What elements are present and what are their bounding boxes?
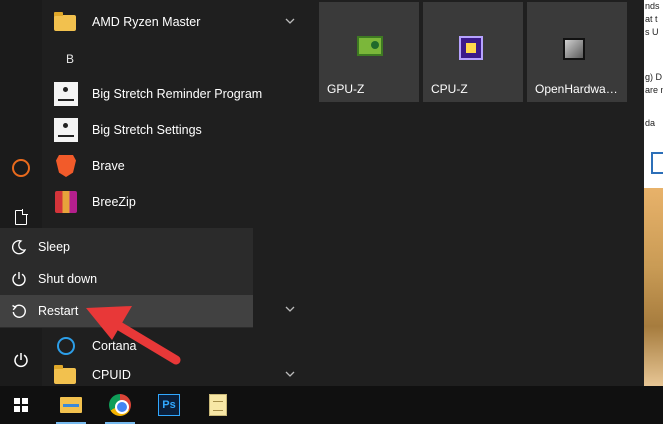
taskbar-file-explorer[interactable] <box>48 386 94 424</box>
folder-icon <box>54 363 78 387</box>
moon-icon <box>12 240 27 255</box>
background-text: s U <box>645 27 659 37</box>
background-photo <box>644 188 663 386</box>
app-item-label: AMD Ryzen Master <box>92 15 201 29</box>
power-sleep-item[interactable]: Sleep <box>0 231 253 263</box>
background-text: da <box>645 118 656 128</box>
tile-cpu-z[interactable]: CPU-Z <box>423 2 523 102</box>
notepad-icon <box>209 394 227 416</box>
background-text: at t <box>645 14 658 24</box>
tile-open-hardware-monitor[interactable]: OpenHardwa… <box>527 2 627 102</box>
chrome-icon <box>109 394 131 416</box>
cortana-rail-button[interactable] <box>0 151 42 185</box>
start-menu-rail <box>0 0 42 386</box>
open-hardware-monitor-icon <box>563 38 585 60</box>
start-menu: AMD Ryzen Master B Big Stretch Reminder … <box>0 0 644 386</box>
cortana-icon <box>54 334 78 358</box>
tile-gpu-z[interactable]: GPU-Z <box>319 2 419 102</box>
power-icon <box>14 353 28 368</box>
app-item-label: Brave <box>92 159 125 173</box>
taskbar-photoshop[interactable]: Ps <box>146 386 192 424</box>
background-text: are n <box>645 85 663 95</box>
cpu-z-icon <box>459 36 483 60</box>
background-text: nds <box>645 1 660 11</box>
background-window: nds at t s U g) D are n da <box>644 0 663 386</box>
chevron-down-icon[interactable] <box>284 15 296 27</box>
chevron-down-icon[interactable] <box>284 368 296 380</box>
tile-label: OpenHardwa… <box>535 82 618 96</box>
folder-icon <box>54 10 78 34</box>
app-item-label: Big Stretch Settings <box>92 123 202 137</box>
power-item-label: Sleep <box>38 240 70 254</box>
big-stretch-icon <box>54 118 78 142</box>
power-icon <box>12 272 26 287</box>
taskbar-notepad[interactable] <box>195 386 241 424</box>
app-item-label: BreeZip <box>92 195 136 209</box>
app-item-label: CPUID <box>92 368 131 382</box>
app-item-label: Big Stretch Reminder Program <box>92 87 263 101</box>
app-item-amd-ryzen-master[interactable]: AMD Ryzen Master <box>54 7 310 37</box>
windows-start-icon <box>14 398 28 412</box>
app-item-brave[interactable]: Brave <box>54 151 310 181</box>
power-item-label: Shut down <box>38 272 98 286</box>
app-item-big-stretch-settings[interactable]: Big Stretch Settings <box>54 115 310 145</box>
cortana-ring-icon <box>12 159 30 177</box>
restart-icon <box>12 304 26 318</box>
windows-start-button[interactable] <box>0 386 42 424</box>
annotation-arrow-icon <box>86 306 181 365</box>
brave-icon <box>54 154 78 178</box>
taskbar: Ps <box>0 386 663 424</box>
tile-area: GPU-Z CPU-Z OpenHardwa… <box>310 0 644 386</box>
section-letter-b[interactable]: B <box>66 52 74 66</box>
big-stretch-icon <box>54 82 78 106</box>
power-button[interactable] <box>0 343 42 377</box>
taskbar-chrome[interactable] <box>97 386 143 424</box>
file-explorer-icon <box>60 397 82 413</box>
tile-label: CPU-Z <box>431 82 468 96</box>
breezip-icon <box>54 190 78 214</box>
document-icon <box>15 209 28 225</box>
gpu-z-icon <box>357 36 383 56</box>
background-input-box <box>651 152 663 174</box>
background-text: g) D <box>645 72 663 82</box>
power-shutdown-item[interactable]: Shut down <box>0 263 253 295</box>
photoshop-icon: Ps <box>158 394 180 416</box>
app-item-big-stretch-reminder[interactable]: Big Stretch Reminder Program <box>54 79 310 109</box>
tile-label: GPU-Z <box>327 82 365 96</box>
app-item-breezip[interactable]: BreeZip <box>54 187 310 217</box>
power-item-label: Restart <box>38 304 79 318</box>
chevron-down-icon[interactable] <box>284 303 296 315</box>
